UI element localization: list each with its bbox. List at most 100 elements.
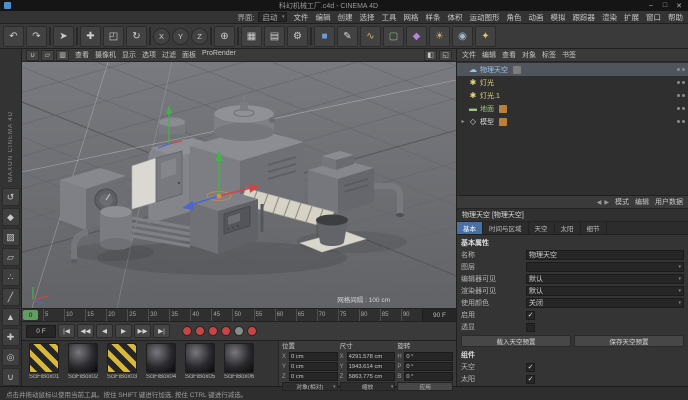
- timeline-ticks[interactable]: 0 051015202530354045505560657075808590: [22, 309, 422, 321]
- material-item[interactable]: SciFiBox01: [26, 343, 62, 384]
- enabled-checkbox[interactable]: 启用 ▾: [461, 309, 684, 321]
- attribute-menu-item[interactable]: 编辑: [635, 197, 649, 207]
- material-item[interactable]: SciFiBox02: [65, 343, 101, 384]
- render-picture-viewer-icon[interactable]: ▤: [264, 25, 285, 47]
- history-prev-icon[interactable]: ◀: [597, 199, 602, 206]
- object-manager-menu-item[interactable]: 编辑: [482, 50, 496, 60]
- y-axis-lock[interactable]: Y: [172, 27, 189, 45]
- position-y-field[interactable]: 0 cm: [289, 362, 338, 371]
- separator[interactable]: [210, 27, 212, 45]
- polygons-mode-icon[interactable]: ▲: [1, 308, 20, 326]
- interface-value[interactable]: 启动: [257, 12, 287, 22]
- undo-icon[interactable]: ↶: [3, 25, 24, 47]
- object-tag-icon[interactable]: [499, 117, 507, 126]
- checkbox[interactable]: [526, 362, 535, 372]
- object-manager-menu-item[interactable]: 对象: [522, 50, 536, 60]
- next-frame-button[interactable]: ▶▶: [134, 324, 151, 338]
- expand-icon[interactable]: ▸: [460, 118, 466, 125]
- position-x-field[interactable]: 0 cm: [289, 352, 338, 361]
- menu-item[interactable]: 跟踪器: [573, 12, 596, 23]
- value-field[interactable]: 物理天空▾: [526, 250, 684, 260]
- make-editable-icon[interactable]: ↺: [1, 188, 20, 206]
- previous-key-button[interactable]: ◀◀: [77, 324, 94, 338]
- rotation-b-field[interactable]: 0 °: [404, 372, 453, 381]
- material-item[interactable]: SciFiBox06: [221, 343, 257, 384]
- attribute-tab[interactable]: 时间与区域: [483, 222, 529, 234]
- object-tag-icon[interactable]: [499, 79, 507, 87]
- viewport-menu-item[interactable]: 过滤: [162, 50, 176, 60]
- material-thumbnail[interactable]: [146, 343, 176, 373]
- snap-icon[interactable]: ∪: [1, 368, 20, 386]
- load-sky-preset-button[interactable]: 载入天空预置: [461, 335, 571, 347]
- apply-button[interactable]: 应用: [397, 382, 453, 391]
- object-tag-icon[interactable]: [505, 92, 513, 100]
- object-physical-sky[interactable]: ☁ 物理天空: [457, 63, 688, 76]
- edges-mode-icon[interactable]: ╱: [1, 288, 20, 306]
- scale-tool-icon[interactable]: ◰: [103, 25, 124, 47]
- render-settings-icon[interactable]: ⚙: [287, 25, 308, 47]
- end-frame-field[interactable]: 90 F: [422, 309, 456, 321]
- renderer-visibility-field[interactable]: 渲染器可见 默认 ▾: [461, 285, 684, 297]
- visibility-dots[interactable]: [677, 68, 685, 71]
- x-axis-lock[interactable]: X: [153, 27, 170, 45]
- menu-item[interactable]: 扩展: [624, 12, 639, 23]
- menu-item[interactable]: 工具: [382, 12, 397, 23]
- object-manager-menu-item[interactable]: 标签: [542, 50, 556, 60]
- points-mode-icon[interactable]: ∴: [1, 268, 20, 286]
- menu-item[interactable]: 创建: [338, 12, 353, 23]
- menu-item[interactable]: 编辑: [316, 12, 331, 23]
- current-frame-field[interactable]: 0 F: [26, 324, 56, 338]
- layout-single-icon[interactable]: ◧: [424, 49, 437, 61]
- object-tag-icon[interactable]: [513, 65, 521, 74]
- menu-item[interactable]: 文件: [294, 12, 309, 23]
- add-light-icon[interactable]: ✦: [475, 25, 496, 47]
- object-manager-menu-item[interactable]: 查看: [502, 50, 516, 60]
- position-z-field[interactable]: 0 cm: [289, 372, 338, 381]
- visibility-dots[interactable]: [677, 81, 685, 84]
- rotate-tool-icon[interactable]: ↻: [126, 25, 147, 47]
- name-field[interactable]: 名称 物理天空▾: [461, 249, 684, 261]
- size-x-field[interactable]: 4291.578 cm: [346, 352, 396, 361]
- record-keyframe-button[interactable]: [182, 326, 192, 336]
- render-view-icon[interactable]: ▦: [241, 25, 262, 47]
- rotation-h-field[interactable]: 0 °: [404, 352, 453, 361]
- interface-selector[interactable]: 界面: 启动: [237, 12, 287, 23]
- sky-component-checkbox[interactable]: 天空 ▾: [461, 361, 684, 373]
- visibility-dots[interactable]: [677, 94, 685, 97]
- viewport-solo-icon[interactable]: ◎: [1, 348, 20, 366]
- add-camera-icon[interactable]: ◉: [452, 25, 473, 47]
- play-button[interactable]: ▶: [115, 324, 132, 338]
- object-model[interactable]: ▸ ◇ 模型: [457, 115, 688, 128]
- filter-icon[interactable]: ▥: [56, 49, 69, 61]
- attribute-tab[interactable]: 太阳: [555, 222, 581, 234]
- separator[interactable]: [76, 27, 78, 45]
- material-thumbnail[interactable]: [29, 343, 59, 373]
- record-scale-button[interactable]: [208, 326, 218, 336]
- menu-item[interactable]: 窗口: [646, 12, 661, 23]
- value-field[interactable]: 关闭 ▾: [526, 298, 684, 308]
- visibility-dots[interactable]: [677, 107, 685, 110]
- visibility-dots[interactable]: [677, 120, 685, 123]
- layout-quad-icon[interactable]: ◱: [439, 49, 452, 61]
- add-deformer-icon[interactable]: ◆: [406, 25, 427, 47]
- sun-component-checkbox[interactable]: 太阳 ▾: [461, 373, 684, 385]
- history-next-icon[interactable]: ▶: [604, 199, 609, 206]
- viewport-menu-item[interactable]: 显示: [122, 50, 136, 60]
- menu-item[interactable]: 样条: [426, 12, 441, 23]
- use-color-field[interactable]: 使用颜色 关闭 ▾: [461, 297, 684, 309]
- add-environment-icon[interactable]: ☀: [429, 25, 450, 47]
- viewport-canvas[interactable]: 网格间隔 : 100 cm: [22, 62, 456, 308]
- object-manager-menu-item[interactable]: 文件: [462, 50, 476, 60]
- snapping-icon[interactable]: ∪: [26, 49, 39, 61]
- value-field[interactable]: 默认 ▾: [526, 274, 684, 284]
- coordinate-system-icon[interactable]: ⊕: [214, 25, 235, 47]
- record-rotation-button[interactable]: [221, 326, 231, 336]
- material-thumbnail[interactable]: [224, 343, 254, 373]
- xray-checkbox[interactable]: 透显 ▾: [461, 321, 684, 333]
- menu-item[interactable]: 体积: [448, 12, 463, 23]
- attribute-tab[interactable]: 细节: [581, 222, 607, 234]
- material-thumbnail[interactable]: [68, 343, 98, 373]
- viewport-menu-item[interactable]: ProRender: [202, 50, 236, 60]
- value-field[interactable]: 默认 ▾: [526, 286, 684, 296]
- checkbox[interactable]: [526, 322, 535, 332]
